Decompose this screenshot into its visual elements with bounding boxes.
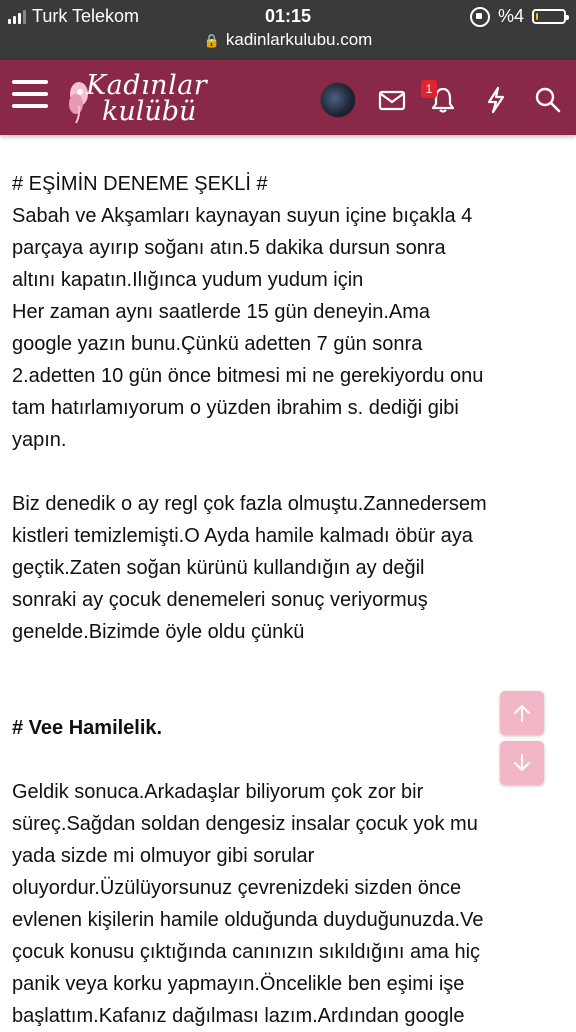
text-line: yada sizde mi olmuyor gibi sorular (12, 845, 315, 867)
avatar[interactable] (320, 82, 356, 118)
text-line: google yazın bunu.Çünkü adetten 7 gün so… (12, 333, 423, 355)
text-line: altını kapatın.Ilığınca yudum yudum için (12, 269, 364, 291)
address-bar[interactable]: 🔒 kadinlarkulubu.com (0, 30, 576, 50)
text-line: Geldik sonuca.Arkadaşlar biliyorum çok z… (12, 781, 424, 803)
section-heading: # Vee Hamilelik. (12, 717, 163, 739)
article-body: # EŞİMİN DENEME ŞEKLİ # Sabah ve Akşamla… (12, 168, 568, 1032)
search-icon[interactable] (533, 85, 563, 115)
text-line: tam hatırlamıyorum o yüzden ibrahim s. d… (12, 397, 459, 419)
text-line: parçaya ayırıp soğanı atın.5 dakika durs… (12, 237, 446, 259)
logo-text-2: kulübü (102, 96, 197, 127)
mail-icon[interactable] (377, 85, 407, 115)
status-bar: Turk Telekom 01:15 %4 🔒 kadinlarkulubu.co… (0, 0, 576, 60)
site-logo[interactable]: Kadınlar kulübü (64, 68, 224, 128)
text-line: Her zaman aynı saatlerde 15 gün deneyin.… (12, 301, 431, 323)
rotation-lock-icon (469, 6, 490, 27)
text-line: sonraki ay çocuk denemeleri sonuç veriyo… (12, 589, 428, 611)
paragraph-2: Biz denedik o ay regl çok fazla olmuştu.… (12, 488, 568, 648)
battery-percent: %4 (497, 6, 524, 26)
text-line: kistleri temizlemişti.O Ayda hamile kalm… (12, 525, 473, 547)
arrow-up-icon (514, 705, 530, 722)
text-line: süreç.Sağdan soldan dengesiz insalar çoc… (12, 813, 478, 835)
article-heading: # EŞİMİN DENEME ŞEKLİ # (12, 173, 268, 195)
scroll-down-button[interactable] (500, 741, 544, 785)
lock-icon: 🔒 (203, 33, 220, 48)
status-right: %4 (469, 6, 569, 27)
text-line: panik veya korku yapmayın.Öncelikle ben … (12, 973, 465, 995)
text-line: yapın. (12, 429, 67, 451)
paragraph-1: Sabah ve Akşamları kaynayan suyun içine … (12, 200, 568, 456)
arrow-down-icon (514, 754, 530, 771)
text-line: çocuk konusu çıktığında canınızın sıkıld… (12, 941, 481, 963)
text-line: başlattım.Kafanız dağılması lazım.Ardınd… (12, 1005, 465, 1027)
menu-icon[interactable] (12, 80, 48, 112)
text-line: evlenen kişilerin hamile olduğunda duydu… (12, 909, 484, 931)
text-line: oluyordur.Üzülüyorsunuz çevrenizdeki siz… (12, 877, 462, 899)
text-line: genelde.Bizimde öyle oldu çünkü (12, 621, 305, 643)
notification-badge: 1 (421, 80, 437, 98)
text-line: 2.adetten 10 gün önce bitmesi mi ne gere… (12, 365, 484, 387)
paragraph-3: Geldik sonuca.Arkadaşlar biliyorum çok z… (12, 776, 568, 1032)
text-line: geçtik.Zaten soğan kürünü kullandığın ay… (12, 557, 425, 579)
battery-icon (532, 9, 569, 24)
url-text: kadinlarkulubu.com (225, 30, 373, 49)
lightning-icon[interactable] (481, 85, 511, 115)
scroll-up-button[interactable] (500, 691, 544, 735)
text-line: Biz denedik o ay regl çok fazla olmuştu.… (12, 493, 487, 515)
text-line: Sabah ve Akşamları kaynayan suyun içine … (12, 205, 473, 227)
